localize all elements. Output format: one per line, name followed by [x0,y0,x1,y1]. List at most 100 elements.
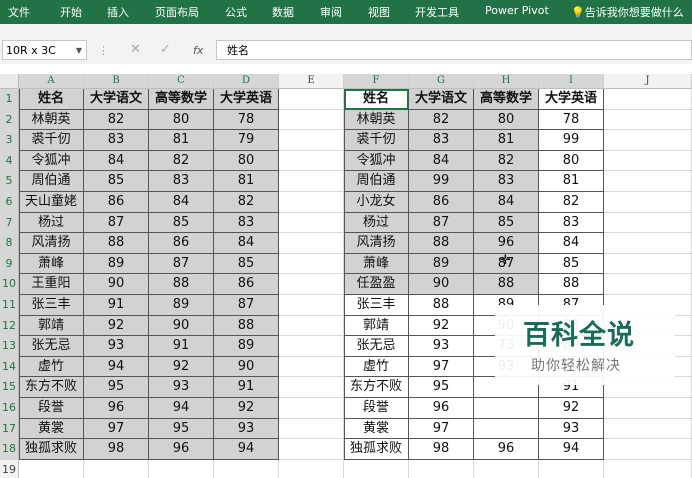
right-table-cell[interactable]: 86 [409,192,474,213]
left-table-cell[interactable]: 88 [214,315,279,337]
left-table-cell[interactable]: 姓名 [19,89,84,110]
empty-cell[interactable] [279,315,344,337]
tab-formulas[interactable]: 公式 [225,4,247,20]
column-header-A[interactable]: A [19,74,84,89]
right-table-cell[interactable]: 88 [409,295,474,316]
right-table-cell[interactable]: 85 [539,253,604,275]
right-table-cell[interactable]: 令狐冲 [344,150,409,172]
empty-cell[interactable] [604,171,692,192]
right-table-cell[interactable]: 段誉 [344,398,409,419]
empty-cell[interactable] [279,377,344,398]
right-table-cell[interactable]: 小龙女 [344,192,409,213]
left-table-cell[interactable]: 萧峰 [19,253,84,275]
empty-cell[interactable] [604,274,692,295]
right-table-cell[interactable]: 风清扬 [344,233,409,254]
left-table-cell[interactable]: 张三丰 [19,295,84,316]
empty-cell[interactable] [279,398,344,419]
empty-cell[interactable] [604,109,692,131]
left-table-cell[interactable]: 94 [84,356,149,378]
tab-insert[interactable]: 插入 [107,4,129,20]
left-table-cell[interactable]: 86 [149,233,214,254]
left-table-cell[interactable]: 78 [214,109,279,131]
empty-cell[interactable] [604,192,692,213]
left-table-cell[interactable]: 91 [84,295,149,316]
left-table-cell[interactable]: 段誉 [19,398,84,419]
row-header-17[interactable]: 17 [0,418,19,440]
right-table-cell[interactable]: 84 [474,192,539,213]
right-table-cell[interactable]: 杨过 [344,212,409,234]
row-header-12[interactable]: 12 [0,315,19,337]
column-header-F[interactable]: F [344,74,409,89]
worksheet-grid[interactable]: A B C D E F G H I J 1 2 3 4 5 6 7 8 9 10 11 12 13 14 15 16 17 18 19 姓… [0,74,692,478]
empty-cell[interactable] [279,171,344,192]
empty-cell[interactable] [474,459,539,478]
row-header-3[interactable]: 3 [0,130,19,151]
left-table-cell[interactable]: 96 [84,398,149,419]
right-table-cell[interactable]: 92 [539,398,604,419]
right-table-cell[interactable]: 姓名 [344,89,409,110]
empty-cell[interactable] [604,253,692,275]
column-header-J[interactable]: J [604,74,692,89]
left-table-cell[interactable]: 84 [149,192,214,213]
empty-cell[interactable] [279,130,344,151]
formula-input[interactable]: 姓名 [216,40,692,60]
left-table-cell[interactable]: 虚竹 [19,356,84,378]
right-table-cell[interactable]: 郭靖 [344,315,409,337]
tab-file[interactable]: 文件 [8,4,30,20]
left-table-cell[interactable]: 81 [149,130,214,151]
left-table-cell[interactable]: 87 [84,212,149,234]
row-header-11[interactable]: 11 [0,295,19,316]
empty-cell[interactable] [279,439,344,460]
right-table-cell[interactable]: 84 [539,233,604,254]
right-table-cell[interactable]: 93 [409,336,474,357]
left-table-cell[interactable]: 91 [149,336,214,357]
left-table-cell[interactable]: 高等数学 [149,89,214,110]
empty-cell[interactable] [279,336,344,357]
right-table-cell[interactable]: 95 [409,377,474,398]
left-table-cell[interactable]: 82 [214,192,279,213]
right-table-cell[interactable]: 88 [409,233,474,254]
empty-cell[interactable] [279,89,344,110]
tab-view[interactable]: 视图 [368,4,390,20]
empty-cell[interactable] [604,89,692,110]
right-table-cell[interactable]: 99 [539,130,604,151]
left-table-cell[interactable]: 91 [214,377,279,398]
right-table-cell[interactable]: 张无忌 [344,336,409,357]
left-table-cell[interactable]: 84 [214,233,279,254]
empty-cell[interactable] [279,109,344,131]
empty-cell[interactable] [604,150,692,172]
right-table-cell[interactable]: 独孤求败 [344,439,409,460]
right-table-cell[interactable]: 萧峰 [344,253,409,275]
left-table-cell[interactable]: 裘千仞 [19,130,84,151]
insert-function-button[interactable]: fx [193,44,203,57]
row-header-1[interactable]: 1 [0,89,19,110]
left-table-cell[interactable]: 80 [149,109,214,131]
row-header-6[interactable]: 6 [0,192,19,213]
left-table-cell[interactable]: 独孤求败 [19,439,84,460]
right-table-cell[interactable]: 88 [474,274,539,295]
left-table-cell[interactable]: 89 [214,336,279,357]
tab-developer[interactable]: 开发工具 [415,4,459,20]
left-table-cell[interactable]: 98 [84,439,149,460]
right-table-cell[interactable]: 98 [409,439,474,460]
empty-cell[interactable] [279,192,344,213]
left-table-cell[interactable]: 93 [84,336,149,357]
right-table-cell[interactable]: 89 [409,253,474,275]
empty-cell[interactable] [279,459,344,478]
right-table-cell[interactable]: 黄裳 [344,418,409,440]
left-table-cell[interactable]: 93 [149,377,214,398]
left-table-cell[interactable]: 杨过 [19,212,84,234]
row-header-14[interactable]: 14 [0,356,19,378]
tab-page-layout[interactable]: 页面布局 [155,4,199,20]
tell-me-box[interactable]: 💡告诉我你想要做什么 [571,4,684,20]
left-table-cell[interactable]: 79 [214,130,279,151]
row-header-18[interactable]: 18 [0,439,19,460]
left-table-cell[interactable]: 90 [149,315,214,337]
left-table-cell[interactable]: 86 [214,274,279,295]
tab-home[interactable]: 开始 [60,4,82,20]
empty-cell[interactable] [344,459,409,478]
left-table-cell[interactable]: 92 [84,315,149,337]
enter-button[interactable]: ✓ [160,42,171,57]
empty-cell[interactable] [279,418,344,440]
empty-cell[interactable] [279,150,344,172]
